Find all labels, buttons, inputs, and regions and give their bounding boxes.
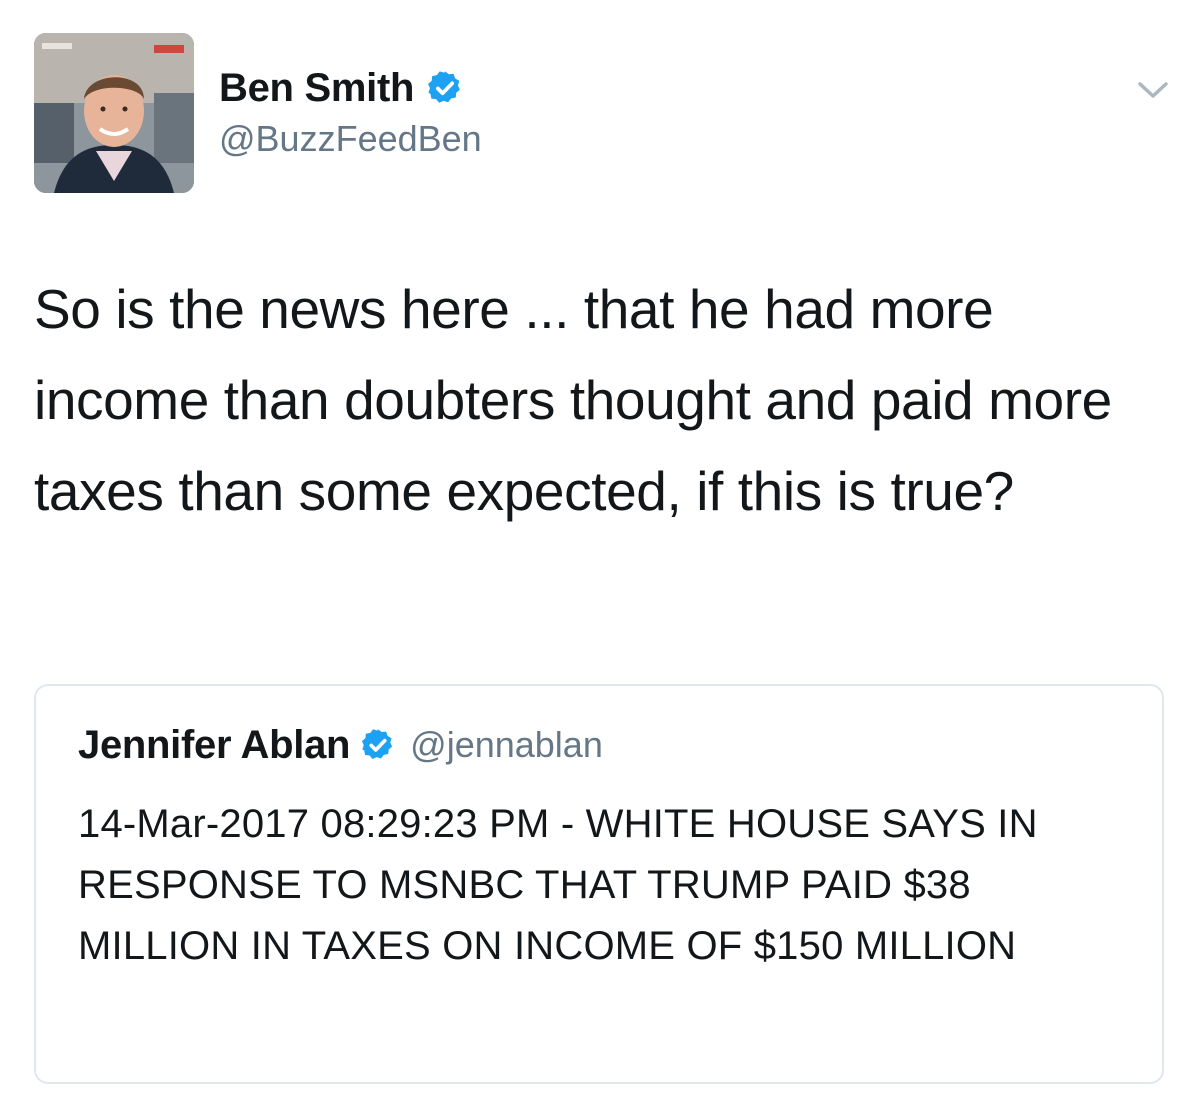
author-name[interactable]: Ben Smith [219, 66, 414, 111]
verified-badge-icon [428, 71, 460, 103]
quoted-author-handle: @jennablan [410, 724, 603, 765]
tweet: Ben Smith @BuzzFeedBen So is the news he… [0, 0, 1200, 1110]
verified-badge-icon [362, 729, 393, 759]
author-name-row: Ben Smith [219, 62, 464, 114]
chevron-down-icon[interactable] [1136, 78, 1170, 102]
quoted-author-name: Jennifer Ablan [78, 722, 351, 767]
avatar-image [34, 33, 194, 193]
quoted-tweet-header: Jennifer Ablan @jennablan [78, 720, 603, 770]
quoted-tweet-card[interactable]: Jennifer Ablan @jennablan 14-Mar-2017 08… [34, 684, 1164, 1084]
quoted-tweet-text: 14-Mar-2017 08:29:23 PM - WHITE HOUSE SA… [78, 802, 1038, 968]
author-handle[interactable]: @BuzzFeedBen [219, 118, 482, 160]
tweet-text: So is the news here ... that he had more… [34, 278, 1112, 522]
avatar[interactable] [34, 33, 194, 193]
